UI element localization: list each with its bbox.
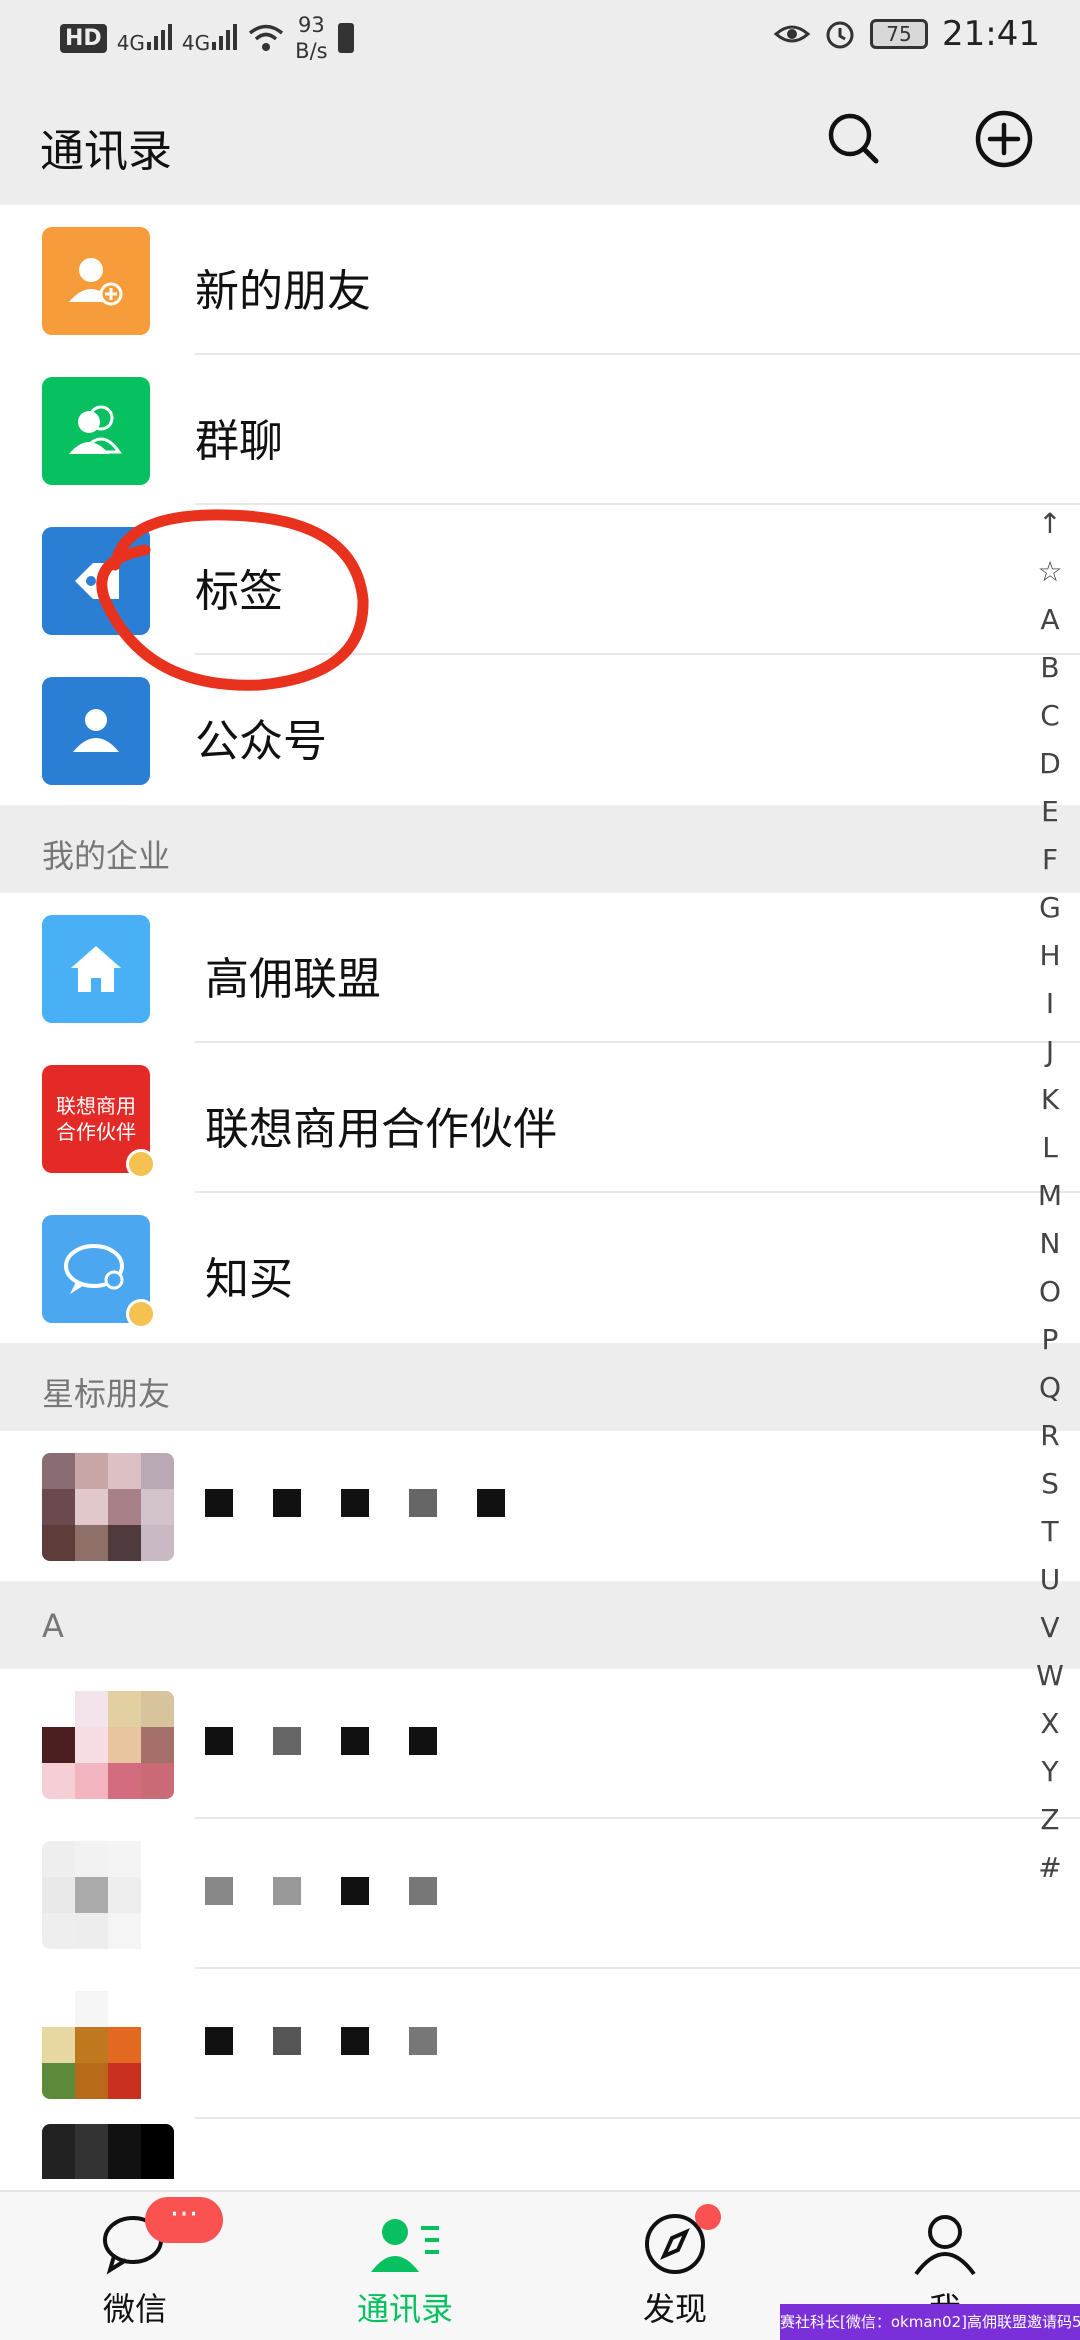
contact-row-a2[interactable] <box>0 1819 1080 1969</box>
index-letter[interactable]: I <box>1030 980 1070 1028</box>
new-friends-icon <box>42 227 150 335</box>
index-letter[interactable]: Y <box>1030 1748 1070 1796</box>
section-header-starred: 星标朋友 <box>0 1343 1080 1431</box>
section-header-a: A <box>0 1581 1080 1669</box>
avatar <box>42 2124 174 2179</box>
avatar <box>42 1691 174 1799</box>
new-friends-label: 新的朋友 <box>195 266 371 317</box>
enterprise-label-3: 知买 <box>205 1254 293 1305</box>
verified-badge-icon <box>126 1299 156 1329</box>
signal-bars-icon <box>212 22 238 50</box>
index-letter[interactable]: W <box>1030 1652 1070 1700</box>
home-icon <box>42 915 150 1023</box>
page-title: 通讯录 <box>40 126 172 177</box>
contact-row-a1[interactable] <box>0 1669 1080 1819</box>
status-bar: HD 4G 4G 93 B/s 75 21:41 <box>0 0 1080 75</box>
tab-discover[interactable]: 发现 <box>585 2204 765 2330</box>
index-letter[interactable]: N <box>1030 1220 1070 1268</box>
starred-contact-row[interactable] <box>0 1431 1080 1581</box>
enterprise-label-2: 联想商用合作伙伴 <box>205 1104 557 1155</box>
signal-4g-2: 4G <box>182 22 238 55</box>
watermark-banner: 赛社科长[微信：okman02]高佣联盟邀请码555666 <box>780 2304 1080 2340</box>
battery-indicator: 75 <box>870 19 929 49</box>
tab-contacts[interactable]: 通讯录 <box>315 2212 495 2330</box>
new-dot-badge <box>695 2204 721 2230</box>
enterprise-label-1: 高佣联盟 <box>205 954 381 1005</box>
signal-bars-icon <box>146 22 172 50</box>
avatar <box>42 1453 174 1561</box>
contact-name-redacted <box>205 2027 437 2055</box>
header: 通讯录 <box>0 75 1080 205</box>
network-speed: 93 B/s <box>295 13 328 63</box>
index-letter[interactable]: R <box>1030 1412 1070 1460</box>
tags-row[interactable]: 标签 <box>0 505 1080 655</box>
enterprise-row-1[interactable]: 高佣联盟 <box>0 893 1080 1043</box>
contact-name-redacted <box>205 1877 437 1905</box>
index-letter[interactable]: V <box>1030 1604 1070 1652</box>
index-letter[interactable]: ☆ <box>1030 548 1070 596</box>
tag-icon <box>42 527 150 635</box>
index-letter[interactable]: L <box>1030 1124 1070 1172</box>
new-friends-row[interactable]: 新的朋友 <box>0 205 1080 355</box>
index-letter[interactable]: E <box>1030 788 1070 836</box>
official-accounts-row[interactable]: 公众号 <box>0 655 1080 805</box>
tab-chats[interactable]: ··· 微信 <box>45 2197 225 2330</box>
avatar <box>42 1841 174 1949</box>
index-letter[interactable]: G <box>1030 884 1070 932</box>
person-icon <box>914 2215 976 2276</box>
alphabet-index[interactable]: ↑ ☆ A B C D E F G H I J K L M N O P Q R S T U V W X Y Z # <box>1030 500 1070 1892</box>
section-header-enterprise: 我的企业 <box>0 805 1080 893</box>
index-letter[interactable]: H <box>1030 932 1070 980</box>
search-icon <box>828 113 879 164</box>
index-letter[interactable]: ↑ <box>1030 500 1070 548</box>
official-account-icon <box>42 677 150 785</box>
search-button[interactable] <box>822 107 886 171</box>
add-button[interactable] <box>972 107 1036 171</box>
index-letter[interactable]: U <box>1030 1556 1070 1604</box>
index-letter[interactable]: Q <box>1030 1364 1070 1412</box>
contact-name-redacted <box>205 1727 437 1755</box>
contacts-icon <box>371 2219 439 2272</box>
index-letter[interactable]: Z <box>1030 1796 1070 1844</box>
index-letter[interactable]: S <box>1030 1460 1070 1508</box>
index-letter[interactable]: # <box>1030 1844 1070 1892</box>
unread-badge: ··· <box>145 2197 223 2243</box>
contact-name-redacted <box>205 1489 505 1517</box>
clock: 21:41 <box>942 14 1040 54</box>
wifi-icon <box>249 24 284 51</box>
chat-bubble-icon <box>42 1215 156 1329</box>
battery-saver-icon <box>337 23 354 53</box>
enterprise-row-2[interactable]: 联想商用 合作伙伴 联想商用合作伙伴 <box>0 1043 1080 1193</box>
index-letter[interactable]: B <box>1030 644 1070 692</box>
verified-badge-icon <box>126 1149 156 1179</box>
contacts-list: 新的朋友 群聊 标签 公众号 我的企业 高佣联盟 联想商用 合作伙伴 联想商用合… <box>0 205 1080 2179</box>
group-chat-row[interactable]: 群聊 <box>0 355 1080 505</box>
avatar <box>42 1991 174 2099</box>
index-letter[interactable]: T <box>1030 1508 1070 1556</box>
index-letter[interactable]: K <box>1030 1076 1070 1124</box>
eye-icon <box>774 25 811 43</box>
group-chat-label: 群聊 <box>195 416 283 467</box>
index-letter[interactable]: O <box>1030 1268 1070 1316</box>
group-chat-icon <box>42 377 150 485</box>
index-letter[interactable]: P <box>1030 1316 1070 1364</box>
contact-row-a3[interactable] <box>0 1969 1080 2119</box>
index-letter[interactable]: J <box>1030 1028 1070 1076</box>
alarm-icon <box>826 21 854 49</box>
lenovo-partner-logo: 联想商用 合作伙伴 <box>42 1065 156 1179</box>
contact-row-a4[interactable] <box>0 2119 1080 2179</box>
official-accounts-label: 公众号 <box>195 716 327 767</box>
signal-4g-1: 4G <box>117 22 172 55</box>
index-letter[interactable]: F <box>1030 836 1070 884</box>
index-letter[interactable]: A <box>1030 596 1070 644</box>
tags-label: 标签 <box>195 566 283 617</box>
hd-indicator: HD <box>60 23 107 53</box>
index-letter[interactable]: D <box>1030 740 1070 788</box>
enterprise-row-3[interactable]: 知买 <box>0 1193 1080 1343</box>
index-letter[interactable]: X <box>1030 1700 1070 1748</box>
add-circle-icon <box>975 110 1033 168</box>
index-letter[interactable]: C <box>1030 692 1070 740</box>
index-letter[interactable]: M <box>1030 1172 1070 1220</box>
